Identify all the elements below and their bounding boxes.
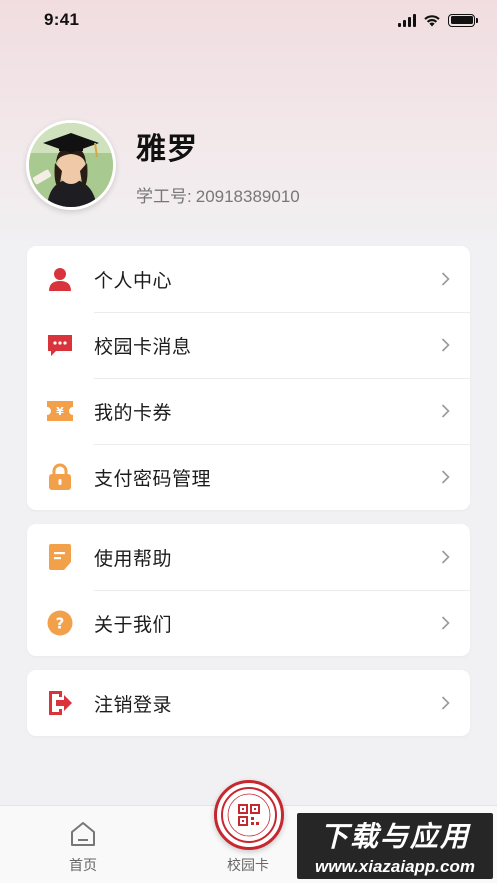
menu-item-logout[interactable]: 注销登录 — [27, 670, 470, 736]
question-icon: ? — [46, 609, 74, 637]
student-id-value: 20918389010 — [195, 186, 300, 206]
status-icons — [398, 13, 478, 27]
student-id-label: 学工号: — [136, 186, 192, 206]
menu-item-label: 注销登录 — [94, 694, 173, 716]
document-icon — [46, 543, 74, 571]
wifi-icon — [424, 14, 440, 26]
battery-icon — [448, 13, 478, 27]
menu-item-about-us[interactable]: ? 关于我们 — [27, 590, 470, 656]
watermark-sub: www.xiazaiapp.com — [315, 857, 475, 876]
chevron-right-icon — [441, 696, 450, 710]
menu-item-label: 关于我们 — [94, 614, 173, 636]
menu-item-payment-password[interactable]: 支付密码管理 — [27, 444, 470, 510]
tab-home-label: 首页 — [69, 857, 97, 873]
menu-card-logout: 注销登录 — [27, 670, 470, 736]
student-id: 学工号: 20918389010 — [136, 182, 300, 207]
coupon-icon: ¥ — [46, 397, 74, 425]
signal-icon — [398, 13, 416, 27]
avatar-image — [29, 123, 113, 207]
person-icon — [46, 265, 74, 293]
chevron-right-icon — [441, 550, 450, 564]
menu-item-label: 我的卡券 — [94, 402, 173, 424]
svg-text:¥: ¥ — [56, 405, 64, 418]
status-bar: 9:41 — [0, 0, 497, 40]
message-icon — [46, 331, 74, 359]
profile-header: 雅罗 学工号: 20918389010 — [26, 120, 300, 210]
user-name: 雅罗 — [136, 132, 198, 166]
menu-card-help: 使用帮助 ? 关于我们 — [27, 524, 470, 656]
avatar[interactable] — [26, 120, 116, 210]
chevron-right-icon — [441, 404, 450, 418]
watermark-main: 下载与应用 — [319, 821, 470, 852]
menu-item-my-coupons[interactable]: ¥ 我的卡券 — [27, 378, 470, 444]
tab-home[interactable]: 首页 — [23, 806, 143, 883]
logout-icon — [46, 689, 74, 717]
chevron-right-icon — [441, 338, 450, 352]
menu-item-label: 支付密码管理 — [94, 468, 212, 490]
campus-card-qr-button[interactable] — [214, 780, 284, 850]
qr-code-icon — [221, 787, 277, 843]
chevron-right-icon — [441, 470, 450, 484]
tab-campus-card-label: 校园卡 — [227, 857, 269, 873]
home-icon — [71, 822, 95, 846]
menu-item-label: 使用帮助 — [94, 548, 173, 570]
menu-item-label: 个人中心 — [94, 270, 173, 292]
menu-card-account: 个人中心 校园卡消息 ¥ 我的卡券 支付密码管理 — [27, 246, 470, 510]
menu-item-usage-help[interactable]: 使用帮助 — [27, 524, 470, 590]
menu-item-personal-center[interactable]: 个人中心 — [27, 246, 470, 312]
menu-item-card-messages[interactable]: 校园卡消息 — [27, 312, 470, 378]
menu-item-label: 校园卡消息 — [94, 336, 192, 358]
chevron-right-icon — [441, 272, 450, 286]
watermark-logo: 下载与应用 www.xiazaiapp.com — [297, 813, 493, 879]
status-time: 9:41 — [44, 10, 80, 29]
svg-text:?: ? — [56, 615, 65, 633]
chevron-right-icon — [441, 616, 450, 630]
lock-icon — [46, 463, 74, 491]
